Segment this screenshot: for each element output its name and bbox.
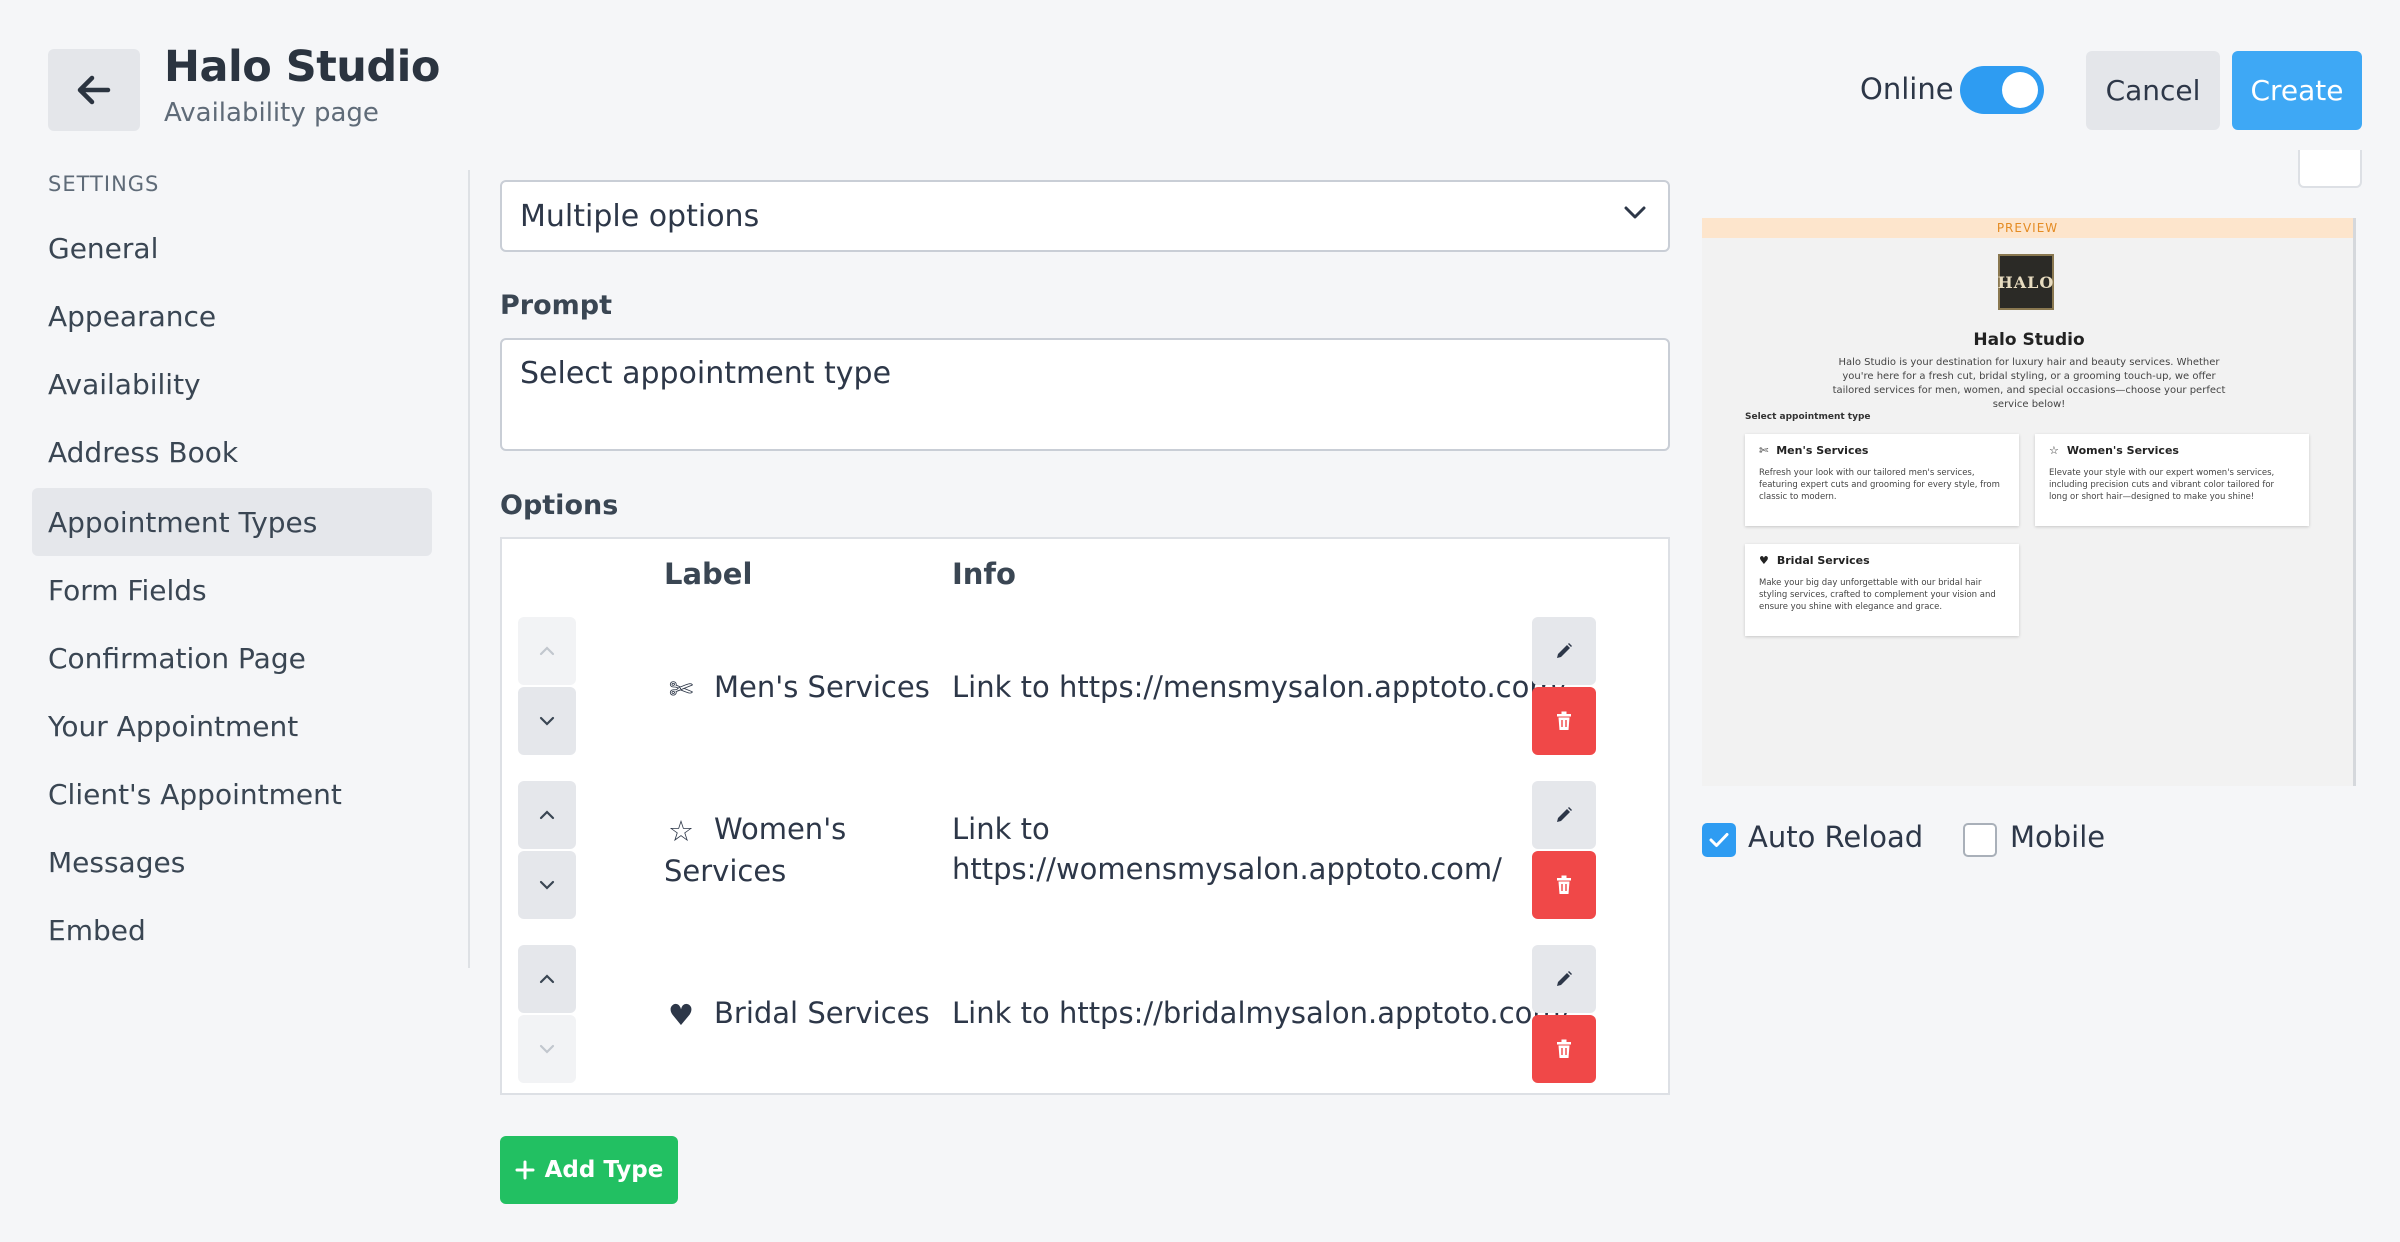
- preview-description: Halo Studio is your destination for luxu…: [1832, 357, 2226, 410]
- option-row-info: Link to https://mensmysalon.apptoto.com/: [952, 670, 1568, 704]
- page-subtitle: Availability page: [164, 98, 379, 128]
- move-up-button[interactable]: [518, 781, 576, 849]
- selection-mode-select[interactable]: Multiple options: [500, 180, 1670, 252]
- selection-mode-value: Multiple options: [520, 198, 760, 234]
- sidebar-item-appointment-types[interactable]: Appointment Types: [32, 488, 432, 556]
- chevron-down-icon: [1624, 206, 1646, 219]
- auto-reload-checkbox[interactable]: [1702, 823, 1736, 857]
- prompt-input[interactable]: Select appointment type: [500, 338, 1670, 451]
- back-button[interactable]: [48, 49, 140, 131]
- sidebar-item-general[interactable]: General: [32, 214, 432, 282]
- heart-icon: ♥: [1759, 554, 1769, 567]
- edit-button[interactable]: [1532, 945, 1596, 1013]
- sidebar-item-availability[interactable]: Availability: [32, 350, 432, 418]
- page-title: Halo Studio: [164, 42, 440, 92]
- column-header-label: Label: [664, 557, 753, 591]
- sidebar-heading: SETTINGS: [48, 172, 160, 196]
- sidebar-item-embed[interactable]: Embed: [32, 896, 432, 964]
- sidebar-item-your-appointment[interactable]: Your Appointment: [32, 692, 432, 760]
- move-up-button[interactable]: [518, 617, 576, 685]
- prompt-label: Prompt: [500, 290, 613, 321]
- star-outline-icon: ☆: [668, 814, 694, 848]
- options-table: Label Info ✄ Men's Services Link to https…: [500, 537, 1670, 1095]
- preview-title: Halo Studio: [1973, 330, 2085, 350]
- pencil-icon: [1557, 643, 1572, 658]
- checkmark-icon: [1709, 833, 1729, 847]
- option-row-info: Link to https://womensmysalon.apptoto.co…: [952, 812, 1502, 886]
- delete-button[interactable]: [1532, 687, 1596, 755]
- option-row-label: ♥ Bridal Services: [664, 993, 930, 1035]
- chevron-up-icon: [539, 646, 555, 656]
- sidebar-item-confirmation-page[interactable]: Confirmation Page: [32, 624, 432, 692]
- option-row-label: ✄ Men's Services: [664, 667, 930, 709]
- edit-button[interactable]: [1532, 781, 1596, 849]
- edit-button[interactable]: [1532, 617, 1596, 685]
- chevron-down-icon: [539, 1044, 555, 1054]
- preview-card[interactable]: ☆ Women's Services Elevate your style wit…: [2035, 434, 2309, 526]
- online-label: Online: [1860, 72, 1954, 106]
- pencil-icon: [1557, 807, 1572, 822]
- sidebar-item-address-book[interactable]: Address Book: [32, 418, 432, 486]
- move-up-button[interactable]: [518, 945, 576, 1013]
- online-toggle[interactable]: [1960, 66, 2044, 114]
- cancel-button[interactable]: Cancel: [2086, 51, 2220, 130]
- delete-button[interactable]: [1532, 851, 1596, 919]
- plus-icon: [515, 1160, 535, 1180]
- preview-logo: HALO: [1998, 254, 2054, 310]
- move-down-button[interactable]: [518, 1015, 576, 1083]
- pencil-icon: [1557, 971, 1572, 986]
- preview-card[interactable]: ♥ Bridal Services Make your big day unfor…: [1745, 544, 2019, 636]
- option-row-info: Link to https://bridalmysalon.apptoto.co…: [952, 996, 1571, 1030]
- sidebar-item-appearance[interactable]: Appearance: [32, 282, 432, 350]
- toggle-knob: [2002, 72, 2038, 108]
- sidebar-divider: [468, 170, 470, 968]
- sidebar-item-clients-appointment[interactable]: Client's Appointment: [32, 760, 432, 828]
- preview-card[interactable]: ✄ Men's Services Refresh your look with o…: [1745, 434, 2019, 526]
- options-label: Options: [500, 490, 619, 521]
- option-row-label: ☆ Women's Services: [664, 812, 847, 888]
- preview-panel: PREVIEW HALO Halo Studio Halo Studio is …: [1702, 218, 2356, 786]
- preview-banner: PREVIEW: [1702, 218, 2353, 238]
- column-header-info: Info: [952, 557, 1016, 591]
- preview-select-label: Select appointment type: [1745, 412, 1871, 422]
- sidebar-item-messages[interactable]: Messages: [32, 828, 432, 896]
- chevron-up-icon: [539, 810, 555, 820]
- scissors-icon: ✄: [1759, 444, 1769, 457]
- delete-button[interactable]: [1532, 1015, 1596, 1083]
- chevron-up-icon: [539, 974, 555, 984]
- create-button[interactable]: Create: [2232, 51, 2362, 130]
- move-down-button[interactable]: [518, 851, 576, 919]
- sidebar-item-form-fields[interactable]: Form Fields: [32, 556, 432, 624]
- trash-icon: [1557, 1039, 1571, 1058]
- mobile-label: Mobile: [2010, 820, 2106, 854]
- add-type-label: Add Type: [544, 1157, 664, 1183]
- add-type-button[interactable]: Add Type: [500, 1136, 678, 1204]
- auto-reload-label: Auto Reload: [1748, 820, 1924, 854]
- move-down-button[interactable]: [518, 687, 576, 755]
- star-outline-icon: ☆: [2049, 444, 2059, 457]
- trash-icon: [1557, 875, 1571, 894]
- heart-icon: ♥: [668, 998, 694, 1032]
- arrow-left-icon: [77, 75, 111, 105]
- trash-icon: [1557, 711, 1571, 730]
- chevron-down-icon: [539, 716, 555, 726]
- chevron-down-icon: [539, 880, 555, 890]
- mobile-checkbox[interactable]: [1963, 823, 1997, 857]
- preview-expand-button[interactable]: [2298, 150, 2362, 188]
- scissors-icon: ✄: [668, 672, 694, 706]
